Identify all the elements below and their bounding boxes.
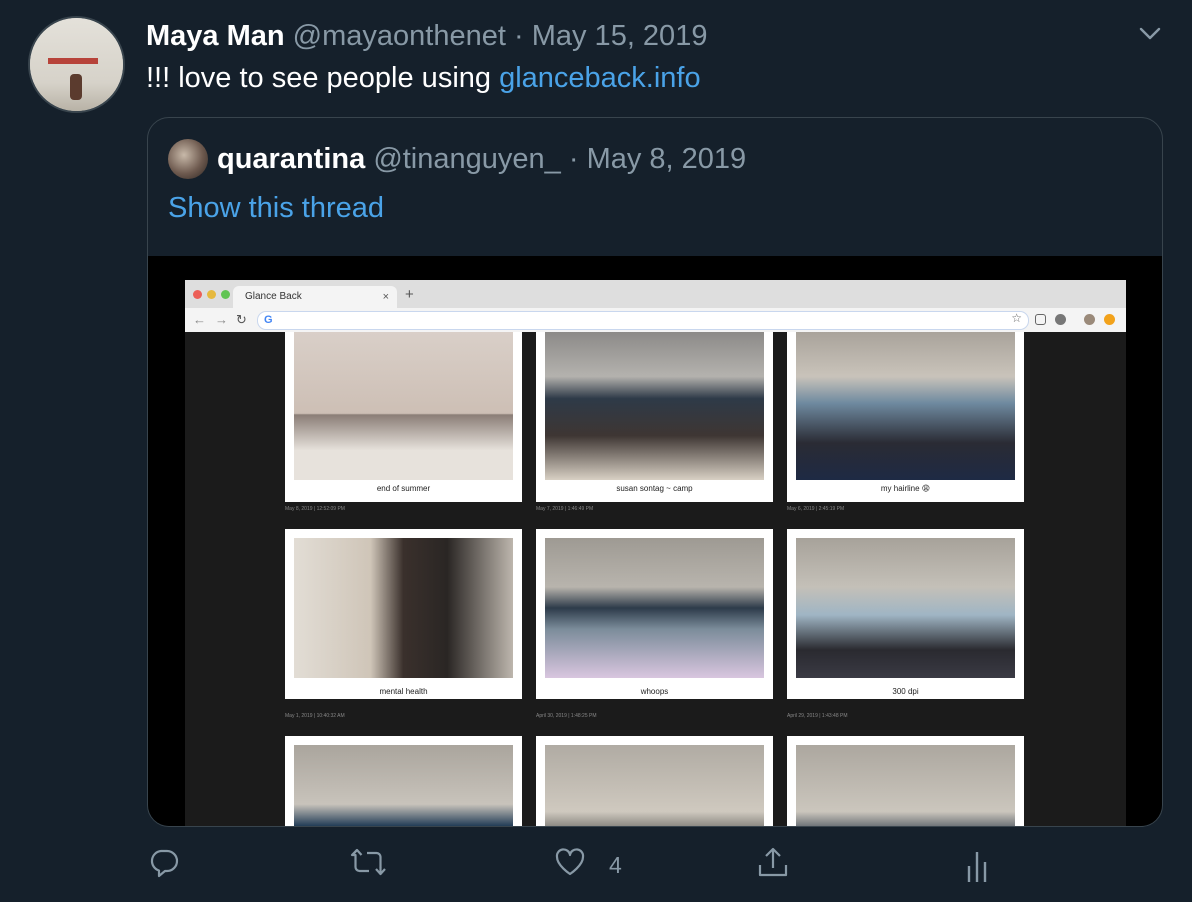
webcam-photo	[294, 332, 513, 480]
quoted-author-name[interactable]: quarantina	[217, 143, 365, 175]
tab-close-icon: ×	[382, 291, 389, 303]
browser-toolbar: ← → ↻ G ☆	[185, 308, 1126, 333]
browser-tab-title: Glance Back	[245, 291, 302, 302]
tweet-text-body: !!! love to see people using	[146, 62, 500, 94]
like-count: 4	[609, 852, 622, 878]
quoted-tweet-date[interactable]: May 8, 2019	[587, 143, 747, 175]
photo-card: end of summer	[285, 332, 522, 502]
photo-timestamp: May 7, 2019 | 1:46:49 PM	[536, 506, 594, 512]
browser-tab: Glance Back ×	[233, 286, 397, 308]
browser-tab-bar: Glance Back × +	[185, 280, 1126, 308]
author-avatar[interactable]	[28, 16, 125, 113]
photo-card	[787, 736, 1024, 826]
browser-omnibox: G ☆	[257, 311, 1029, 330]
author-handle[interactable]: @mayaonthenet	[293, 20, 506, 52]
photo-card	[536, 736, 773, 826]
glanceback-extension-icon	[1104, 314, 1115, 325]
quoted-author-handle[interactable]: @tinanguyen_	[373, 143, 560, 175]
photo-card	[285, 736, 522, 826]
photo-card: my hairline 😩	[787, 332, 1024, 502]
webcam-photo	[796, 538, 1015, 678]
reload-icon: ↻	[236, 312, 247, 327]
quoted-tweet[interactable]: quarantina @tinanguyen_ · May 8, 2019 Sh…	[147, 117, 1163, 827]
avatar-photo-figure	[70, 74, 82, 100]
photo-card: susan sontag ~ camp	[536, 332, 773, 502]
browser-screenshot: Glance Back × + ← → ↻ G ☆ end of summer …	[185, 280, 1126, 826]
back-icon: ←	[193, 312, 206, 327]
reply-icon[interactable]	[148, 846, 180, 878]
share-icon[interactable]	[756, 846, 790, 880]
webcam-photo	[294, 745, 513, 826]
quoted-header-separator: ·	[568, 143, 579, 175]
window-minimize-dot	[207, 290, 216, 299]
tweet-header: Maya Man @mayaonthenet · May 15, 2019	[146, 18, 707, 54]
quoted-author-avatar[interactable]	[168, 139, 208, 179]
photo-timestamp: April 29, 2019 | 1:43:48 PM	[787, 713, 848, 719]
header-separator: ·	[513, 20, 524, 52]
chevron-down-icon[interactable]	[1136, 20, 1164, 48]
photo-timestamp: May 6, 2019 | 2:45:19 PM	[787, 506, 845, 512]
extension-icon	[1055, 314, 1066, 325]
webcam-photo	[545, 538, 764, 678]
quoted-tweet-header: quarantina @tinanguyen_ · May 8, 2019	[217, 140, 746, 178]
google-icon: G	[264, 314, 273, 326]
photo-timestamp: May 8, 2019 | 12:52:09 PM	[285, 506, 345, 512]
photo-caption: susan sontag ~ camp	[616, 484, 693, 493]
photo-card: mental health	[285, 529, 522, 699]
photo-caption: mental health	[379, 687, 428, 696]
photo-card: whoops	[536, 529, 773, 699]
show-thread-link[interactable]: Show this thread	[168, 190, 384, 226]
analytics-icon[interactable]	[965, 848, 989, 884]
photo-timestamp: May 1, 2019 | 10:40:32 AM	[285, 713, 345, 719]
webcam-photo	[294, 538, 513, 678]
bookmark-star-icon: ☆	[1011, 311, 1022, 325]
like-icon[interactable]	[554, 846, 586, 878]
tweet-text: !!! love to see people using glanceback.…	[146, 60, 701, 96]
photo-caption: my hairline 😩	[880, 484, 931, 493]
tweet-link[interactable]: glanceback.info	[499, 62, 701, 94]
retweet-icon[interactable]	[350, 846, 386, 878]
webcam-photo	[545, 332, 764, 480]
webcam-photo	[545, 745, 764, 826]
webcam-photo	[796, 332, 1015, 480]
photo-caption: 300 dpi	[892, 687, 919, 696]
window-zoom-dot	[221, 290, 230, 299]
tweet-date[interactable]: May 15, 2019	[532, 20, 708, 52]
webcam-photo	[796, 745, 1015, 826]
glanceback-page: end of summer susan sontag ~ camp my hai…	[185, 332, 1126, 826]
author-name[interactable]: Maya Man	[146, 20, 285, 52]
avatar-photo-detail	[48, 58, 98, 64]
photo-timestamp: April 30, 2019 | 1:48:25 PM	[536, 713, 597, 719]
new-tab-icon: +	[405, 286, 414, 303]
photo-caption: whoops	[640, 687, 669, 696]
photo-card: 300 dpi	[787, 529, 1024, 699]
forward-icon: →	[215, 312, 228, 327]
photo-caption: end of summer	[376, 484, 431, 493]
pocket-extension-icon	[1035, 314, 1046, 325]
window-close-dot	[193, 290, 202, 299]
quoted-media-image[interactable]: Glance Back × + ← → ↻ G ☆ end of summer …	[148, 256, 1162, 826]
profile-extension-icon	[1084, 314, 1095, 325]
